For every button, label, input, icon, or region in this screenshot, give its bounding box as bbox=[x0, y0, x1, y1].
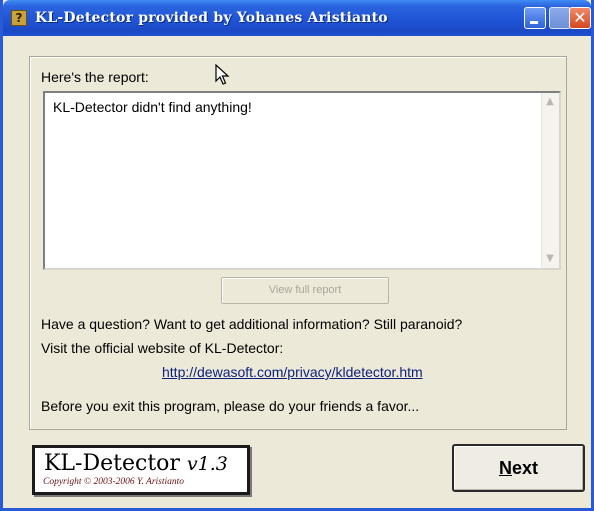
website-link[interactable]: http://dewasoft.com/privacy/kldetector.h… bbox=[162, 364, 423, 380]
visit-website-text: Visit the official website of KL-Detecto… bbox=[41, 340, 284, 356]
product-logo: KL-Detector v1.3 Copyright © 2003-2006 Y… bbox=[32, 445, 250, 495]
next-label-rest: ext bbox=[511, 458, 538, 478]
app-window: ? KL-Detector provided by Yohanes Aristi… bbox=[0, 0, 594, 511]
scroll-down-icon[interactable]: ▼ bbox=[544, 252, 556, 266]
logo-copyright: Copyright © 2003-2006 Y. Aristianto bbox=[43, 477, 185, 487]
report-label: Here's the report: bbox=[41, 69, 149, 85]
vertical-scrollbar[interactable]: ▲ ▼ bbox=[541, 93, 559, 268]
next-mnemonic: N bbox=[498, 458, 512, 478]
window-title: KL-Detector provided by Yohanes Aristian… bbox=[35, 10, 388, 26]
close-icon: ✕ bbox=[573, 8, 587, 27]
logo-title: KL-Detector v1.3 bbox=[44, 451, 228, 476]
mouse-pointer-icon bbox=[215, 64, 230, 85]
question-mark-icon: ? bbox=[11, 10, 27, 26]
report-textarea[interactable]: KL-Detector didn't find anything! ▲ ▼ bbox=[43, 91, 561, 270]
logo-name: KL-Detector bbox=[44, 451, 180, 476]
scroll-up-icon[interactable]: ▲ bbox=[544, 95, 556, 109]
favor-text: Before you exit this program, please do … bbox=[41, 398, 420, 414]
maximize-button[interactable] bbox=[549, 7, 571, 29]
minimize-button[interactable] bbox=[524, 7, 546, 29]
close-button[interactable]: ✕ bbox=[569, 7, 591, 29]
view-full-report-button[interactable]: View full report bbox=[221, 277, 389, 304]
question-text: Have a question? Want to get additional … bbox=[41, 316, 463, 332]
report-content: KL-Detector didn't find anything! bbox=[53, 99, 252, 115]
logo-version: v1.3 bbox=[186, 453, 228, 475]
title-bar[interactable]: ? KL-Detector provided by Yohanes Aristi… bbox=[3, 0, 591, 36]
next-button[interactable]: Next bbox=[452, 444, 585, 492]
